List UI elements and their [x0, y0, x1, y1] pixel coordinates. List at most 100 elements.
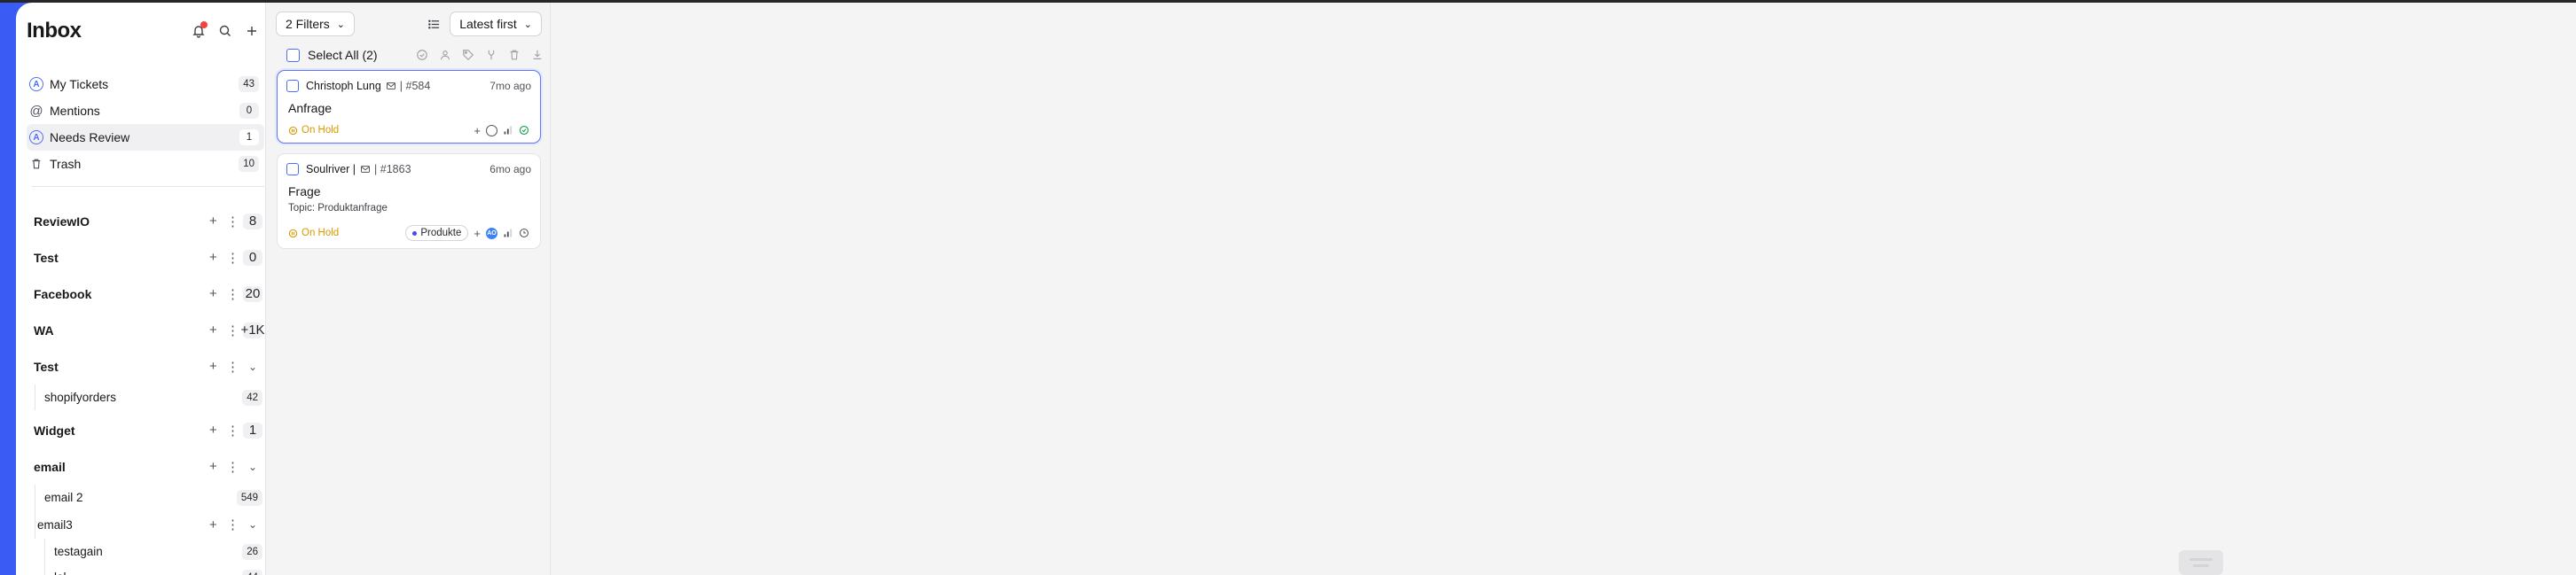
- merge-icon[interactable]: [485, 49, 497, 61]
- ticket-card[interactable]: Soulriver | | #1863 6mo ago Frage Topic:…: [277, 153, 541, 249]
- nav-label: Trash: [50, 157, 82, 171]
- add-tag-button[interactable]: +: [474, 124, 481, 137]
- ticket-checkbox[interactable]: [286, 163, 299, 175]
- chevron-down-icon[interactable]: ⌄: [243, 518, 262, 531]
- status-label: On Hold: [301, 228, 340, 238]
- group-reviewio[interactable]: ReviewIO + ⋮ 8: [34, 203, 262, 239]
- user-icon[interactable]: [439, 49, 451, 61]
- select-all-checkbox[interactable]: [286, 48, 300, 62]
- count-badge: 0: [243, 249, 262, 266]
- clock-icon[interactable]: [519, 228, 529, 238]
- tag-chip[interactable]: Produkte: [405, 225, 469, 241]
- check-circle-icon[interactable]: [416, 49, 428, 61]
- plus-icon[interactable]: +: [209, 250, 217, 265]
- priority-bars-icon[interactable]: [503, 228, 513, 238]
- list-view-icon[interactable]: [425, 15, 442, 33]
- priority-bars-icon[interactable]: [503, 125, 513, 136]
- unassigned-avatar-icon[interactable]: [486, 124, 497, 136]
- download-icon[interactable]: [531, 49, 544, 61]
- plus-icon[interactable]: +: [209, 214, 217, 229]
- group-email[interactable]: email + ⋮ ⌄: [34, 448, 262, 485]
- pause-circle-icon: [288, 229, 298, 237]
- count-badge: 1: [243, 422, 262, 439]
- more-vertical-icon[interactable]: ⋮: [226, 517, 239, 532]
- group-test[interactable]: Test + ⋮ 0: [34, 239, 262, 276]
- customer-name: Christoph Lung: [306, 80, 381, 92]
- notification-dot: [200, 21, 207, 28]
- trash-icon[interactable]: [508, 49, 521, 61]
- subgroup-shopifyorders[interactable]: shopifyorders 42: [35, 385, 262, 410]
- more-vertical-icon[interactable]: ⋮: [226, 322, 239, 338]
- count-badge: 20: [243, 285, 262, 302]
- chevron-down-icon[interactable]: ⌄: [243, 461, 262, 473]
- group-label: Test: [34, 250, 59, 265]
- nav-needs-review[interactable]: A Needs Review 1: [27, 124, 264, 151]
- ticket-list-pane: 2 Filters ⌄ Latest first ⌄ Select All (2…: [267, 3, 551, 575]
- ticket-subject: Frage: [288, 184, 321, 198]
- plus-icon[interactable]: [245, 24, 259, 38]
- subgroup-email-2[interactable]: email 2 549: [35, 485, 262, 510]
- assignee-avatar[interactable]: AO: [486, 227, 497, 239]
- chevron-down-icon[interactable]: ⌄: [243, 361, 262, 373]
- subgroup-email3[interactable]: email3 + ⋮ ⌄: [35, 510, 262, 539]
- ticket-id: | #1863: [374, 163, 411, 175]
- group-label: Facebook: [34, 286, 92, 301]
- more-vertical-icon[interactable]: ⋮: [226, 286, 239, 302]
- group-wa[interactable]: WA + ⋮ +1K: [34, 312, 265, 348]
- more-vertical-icon[interactable]: ⋮: [226, 423, 239, 439]
- nav-label: My Tickets: [50, 77, 109, 91]
- subgroup-label: testagain: [54, 545, 103, 558]
- nav-trash[interactable]: Trash 10: [27, 151, 264, 177]
- assigned-icon: A: [28, 76, 44, 92]
- nav-my-tickets[interactable]: A My Tickets 43: [27, 71, 264, 97]
- count-badge: 26: [242, 543, 262, 560]
- more-vertical-icon[interactable]: ⋮: [226, 459, 239, 475]
- more-vertical-icon[interactable]: ⋮: [226, 250, 239, 266]
- plus-icon[interactable]: +: [209, 359, 217, 374]
- ticket-checkbox[interactable]: [286, 80, 299, 92]
- tag-label: Produkte: [420, 228, 462, 238]
- group-widget[interactable]: Widget + ⋮ 1: [34, 412, 262, 448]
- more-vertical-icon[interactable]: ⋮: [226, 214, 239, 229]
- subgroup-label: email 2: [44, 491, 83, 504]
- group-test-expanded[interactable]: Test + ⋮ ⌄: [34, 348, 262, 385]
- plus-icon[interactable]: +: [209, 322, 217, 338]
- pause-circle-icon: [288, 126, 298, 135]
- group-label: Widget: [34, 423, 75, 438]
- subgroup-testagain[interactable]: testagain 26: [44, 539, 262, 564]
- assigned-icon: A: [28, 129, 44, 145]
- chevron-down-icon: ⌄: [523, 19, 532, 30]
- count-badge: 42: [242, 389, 262, 406]
- plus-icon[interactable]: +: [209, 423, 217, 438]
- count-badge: 549: [236, 489, 262, 506]
- ticket-detail-empty: [551, 3, 2576, 575]
- group-label: email: [34, 459, 66, 474]
- more-vertical-icon[interactable]: ⋮: [226, 359, 239, 375]
- group-facebook[interactable]: Facebook + ⋮ 20: [34, 276, 262, 312]
- plus-icon[interactable]: +: [209, 459, 217, 474]
- nav-mentions[interactable]: @ Mentions 0: [27, 97, 264, 124]
- page-title: Inbox: [27, 19, 82, 43]
- group-label: ReviewIO: [34, 214, 90, 229]
- trash-icon: [28, 156, 44, 172]
- plus-icon[interactable]: +: [209, 286, 217, 301]
- sort-dropdown[interactable]: Latest first ⌄: [450, 12, 542, 36]
- nav-label: Mentions: [50, 104, 100, 118]
- check-circle-icon[interactable]: [519, 125, 529, 136]
- status-badge[interactable]: On Hold: [288, 125, 339, 136]
- filters-dropdown[interactable]: 2 Filters ⌄: [276, 12, 356, 36]
- search-icon[interactable]: [218, 24, 232, 38]
- add-tag-button[interactable]: +: [474, 227, 481, 240]
- tag-icon[interactable]: [462, 49, 474, 61]
- ticket-card[interactable]: Christoph Lung | #584 7mo ago Anfrage On…: [277, 70, 541, 144]
- subgroup-lol[interactable]: lol 44: [44, 564, 262, 575]
- sidebar-header: Inbox: [27, 15, 259, 47]
- ticket-id: | #584: [399, 80, 431, 92]
- plus-icon[interactable]: +: [209, 517, 217, 532]
- count-badge: 0: [239, 103, 259, 119]
- ticket-time: 6mo ago: [489, 163, 531, 175]
- status-badge[interactable]: On Hold: [288, 228, 339, 238]
- inbox-sidebar: Inbox A My Tickets 43 @ Mentions 0 A Nee…: [16, 3, 266, 575]
- bell-icon[interactable]: [192, 21, 207, 38]
- count-badge: 43: [239, 76, 259, 92]
